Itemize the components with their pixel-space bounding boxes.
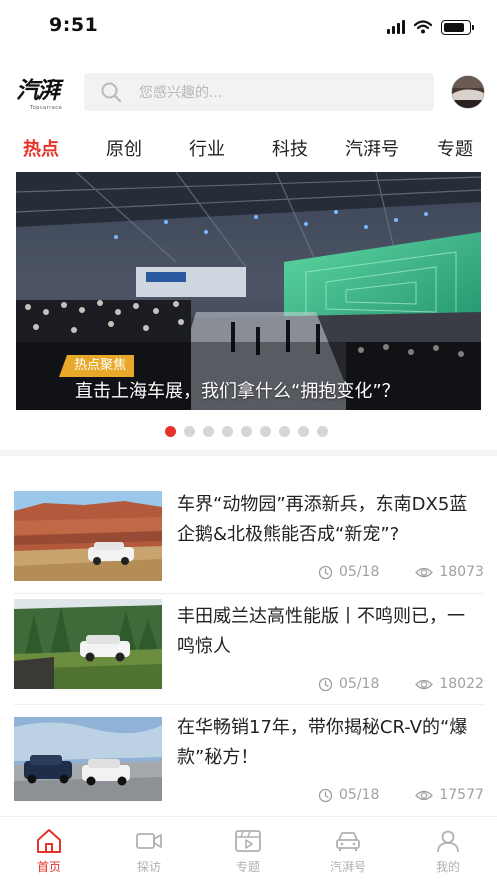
nav-label: 专题 — [235, 860, 260, 874]
article-title: 丰田威兰达高性能版丨不鸣则已，一鸣惊人 — [177, 606, 465, 657]
article-thumbnail — [14, 717, 162, 807]
search-placeholder: 您感兴趣的... — [139, 85, 223, 101]
nav-label: 我的 — [435, 860, 460, 874]
nav-label: 首页 — [36, 860, 61, 874]
article-views-text: 18022 — [439, 676, 484, 692]
banner-title: 直击上海车展，我们拿什么“拥抱变化”？ — [75, 381, 400, 402]
tab-original[interactable]: 原创 — [106, 135, 142, 161]
eye-icon — [415, 790, 434, 800]
wifi-icon — [414, 20, 432, 34]
carousel-indicator — [165, 426, 328, 437]
article-thumbnail — [14, 599, 162, 689]
cellular-signal-icon — [387, 20, 405, 34]
status-time: 9:51 — [49, 14, 99, 36]
article-views: 18022 — [415, 676, 484, 692]
app-header: 汽湃 Topcarrace 您感兴趣的... — [0, 70, 497, 116]
nav-label: 探访 — [136, 860, 161, 874]
nav-explore[interactable]: 探访 — [119, 827, 179, 875]
logo-subtext: Topcarrace — [30, 105, 63, 111]
carousel-dot[interactable] — [260, 426, 271, 437]
tab-qipai-hao[interactable]: 汽湃号 — [345, 135, 399, 161]
carousel-dot[interactable] — [279, 426, 290, 437]
article-title: 在华畅销17年，带你揭秘CR-V的“爆款”秘方！ — [177, 717, 468, 768]
nav-qipai-hao[interactable]: 汽湃号 — [318, 827, 378, 875]
article-views: 18073 — [415, 564, 484, 580]
video-camera-icon — [134, 827, 164, 855]
logo-text: 汽湃 — [16, 77, 60, 104]
home-icon — [34, 827, 64, 855]
search-input[interactable]: 您感兴趣的... — [84, 73, 434, 111]
carousel-dot[interactable] — [298, 426, 309, 437]
article-date-text: 05/18 — [339, 676, 380, 692]
carousel-dot[interactable] — [165, 426, 176, 437]
status-icons — [387, 18, 474, 36]
carousel-dot[interactable] — [222, 426, 233, 437]
article-meta: 05/18 17577 — [318, 787, 484, 803]
article-date-text: 05/18 — [339, 564, 380, 580]
article-title: 车界“动物园”再添新兵，东南DX5蓝企鹅&北极熊能否成“新宠”? — [177, 494, 468, 545]
article-item[interactable]: 丰田威兰达高性能版丨不鸣则已，一鸣惊人 05/18 18022 — [0, 594, 497, 706]
nav-topics[interactable]: 专题 — [218, 827, 278, 875]
carousel-dot[interactable] — [241, 426, 252, 437]
search-icon — [96, 77, 126, 107]
app-logo[interactable]: 汽湃 Topcarrace — [16, 76, 64, 112]
car-icon — [333, 827, 363, 855]
section-divider — [0, 450, 497, 456]
bottom-nav: 首页 探访 专题 汽湃号 我的 — [0, 816, 497, 883]
article-date: 05/18 — [318, 564, 379, 580]
tab-topics[interactable]: 专题 — [437, 135, 473, 161]
article-views: 17577 — [415, 787, 484, 803]
article-views-text: 18073 — [439, 564, 484, 580]
article-thumbnail — [14, 491, 162, 581]
article-date-text: 05/18 — [339, 787, 380, 803]
banner-tag: 热点聚焦 — [59, 355, 135, 377]
video-clip-icon — [233, 827, 263, 855]
article-item[interactable]: 在华畅销17年，带你揭秘CR-V的“爆款”秘方！ 05/18 17577 — [0, 705, 497, 817]
battery-icon — [441, 19, 474, 35]
tab-technology[interactable]: 科技 — [272, 135, 308, 161]
article-meta: 05/18 18022 — [318, 676, 484, 692]
category-tabs: 热点 原创 行业 科技 汽湃号 专题 — [0, 135, 497, 169]
status-bar: 9:51 — [0, 0, 497, 56]
article-date: 05/18 — [318, 676, 379, 692]
carousel-dot[interactable] — [203, 426, 214, 437]
tab-industry[interactable]: 行业 — [189, 135, 225, 161]
user-icon — [433, 827, 463, 855]
article-views-text: 17577 — [439, 787, 484, 803]
tab-hot[interactable]: 热点 — [23, 135, 59, 161]
nav-home[interactable]: 首页 — [19, 827, 79, 875]
eye-icon — [415, 679, 434, 689]
article-meta: 05/18 18073 — [318, 564, 484, 580]
nav-label: 汽湃号 — [329, 860, 366, 874]
clock-icon — [318, 677, 333, 691]
article-date: 05/18 — [318, 787, 379, 803]
clock-icon — [318, 788, 333, 802]
eye-icon — [415, 567, 434, 577]
carousel-dot[interactable] — [184, 426, 195, 437]
carousel-dot[interactable] — [317, 426, 328, 437]
article-item[interactable]: 车界“动物园”再添新兵，东南DX5蓝企鹅&北极熊能否成“新宠”? 05/18 1… — [0, 480, 497, 592]
nav-profile[interactable]: 我的 — [418, 827, 478, 875]
user-avatar[interactable] — [451, 75, 485, 109]
clock-icon — [318, 565, 333, 579]
banner-carousel[interactable]: 热点聚焦 直击上海车展，我们拿什么“拥抱变化”？ — [16, 172, 481, 410]
